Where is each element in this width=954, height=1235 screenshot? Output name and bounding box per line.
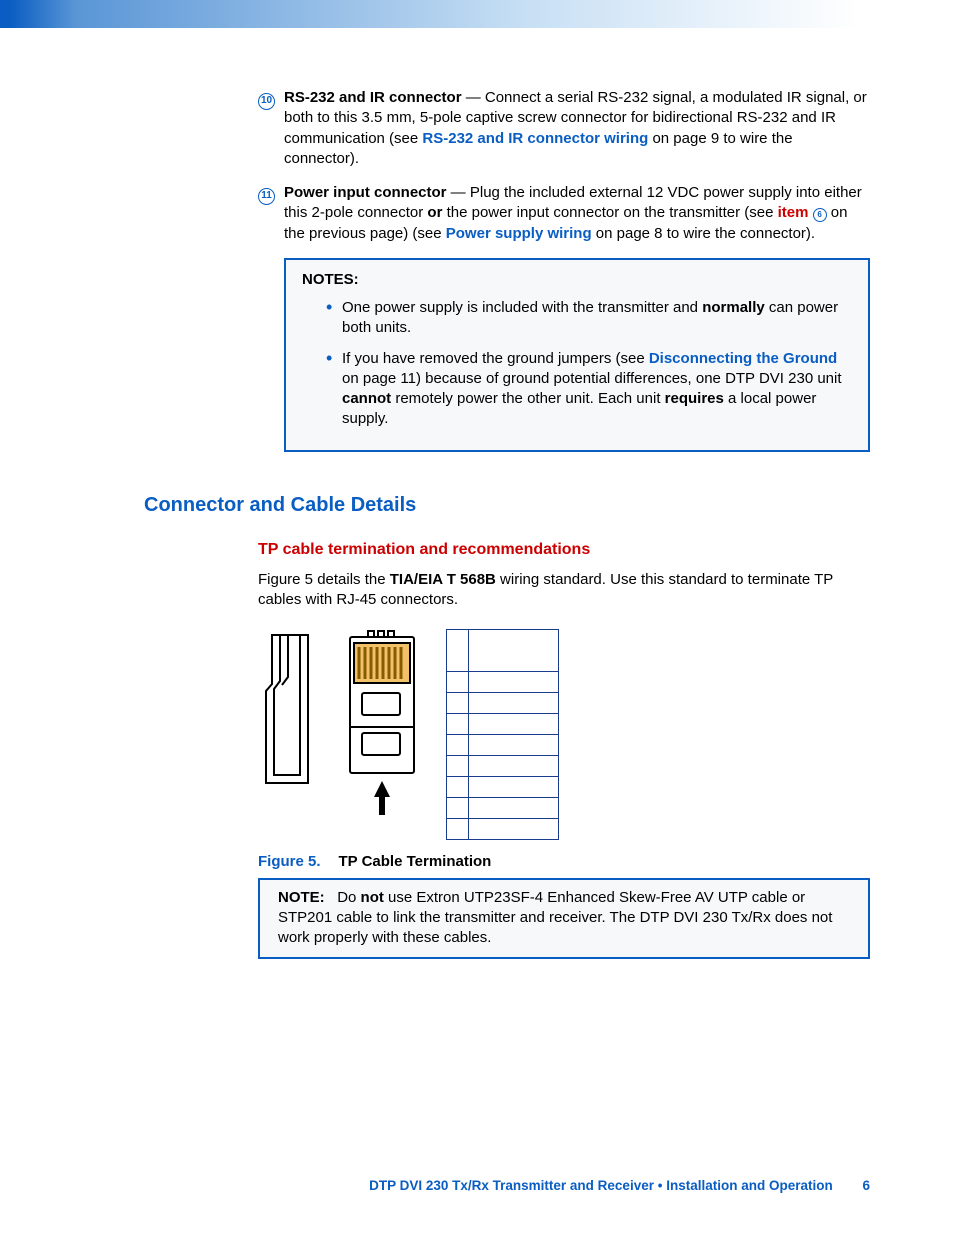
text-bold: requires [665, 390, 724, 407]
item-number-badge: 11 [258, 183, 284, 204]
circle-number-icon: 6 [813, 208, 827, 222]
item-body: Power input connector — Plug the include… [284, 183, 870, 244]
section-heading: Connector and Cable Details [144, 492, 870, 519]
page-footer: DTP DVI 230 Tx/Rx Transmitter and Receiv… [369, 1177, 870, 1195]
circle-number-icon: 10 [258, 93, 275, 110]
link-text: item [778, 204, 813, 221]
circle-number-icon: 11 [258, 188, 275, 205]
text-bold: or [427, 204, 442, 221]
figure-text: TP Cable Termination [339, 853, 492, 870]
text-bold: not [361, 889, 384, 906]
note-bullet: One power supply is included with the tr… [326, 298, 852, 339]
text: If you have removed the ground jumpers (… [342, 350, 649, 367]
paragraph: Figure 5 details the TIA/EIA T 568B wiri… [258, 570, 870, 611]
notes-heading: NOTES: [302, 270, 852, 290]
item-title: RS-232 and IR connector [284, 89, 462, 106]
link-item-prev[interactable]: item 6 [778, 204, 827, 221]
footer-page-number: 6 [862, 1178, 870, 1193]
pinout-table [446, 629, 559, 840]
text: on page 11) because of ground potential … [342, 370, 842, 387]
text-bold: normally [702, 299, 765, 316]
text: the power input connector on the transmi… [442, 204, 777, 221]
text-bold: TIA/EIA T 568B [390, 571, 496, 588]
item-title: Power input connector [284, 184, 447, 201]
list-item-11: 11 Power input connector — Plug the incl… [258, 183, 870, 244]
text: One power supply is included with the tr… [342, 299, 702, 316]
text: remotely power the other unit. Each unit [391, 390, 664, 407]
text-bold: cannot [342, 390, 391, 407]
item-number-badge: 10 [258, 88, 284, 109]
item-body: RS-232 and IR connector — Connect a seri… [284, 88, 870, 169]
figure-5-diagram [258, 629, 870, 840]
page-content: 10 RS-232 and IR connector — Connect a s… [0, 28, 954, 959]
notes-box: NOTES: One power supply is included with… [284, 258, 870, 452]
note-heading: NOTE: [278, 889, 325, 906]
link-rs232-wiring[interactable]: RS-232 and IR connector wiring [422, 130, 648, 147]
rj45-front-icon [346, 629, 418, 819]
figure-label: Figure 5. [258, 853, 321, 870]
note-bullet: If you have removed the ground jumpers (… [326, 349, 852, 430]
figure-caption: Figure 5. TP Cable Termination [258, 852, 870, 872]
notes-list: One power supply is included with the tr… [302, 298, 852, 430]
list-item-10: 10 RS-232 and IR connector — Connect a s… [258, 88, 870, 169]
link-disconnecting-ground[interactable]: Disconnecting the Ground [649, 350, 837, 367]
text: Figure 5 details the [258, 571, 390, 588]
text: on page 8 to wire the connector). [592, 225, 815, 242]
rj45-side-icon [258, 629, 318, 789]
text: Do [337, 889, 360, 906]
note-box: NOTE: Do not use Extron UTP23SF-4 Enhanc… [258, 878, 870, 959]
top-gradient-bar [0, 0, 954, 28]
link-power-supply-wiring[interactable]: Power supply wiring [446, 225, 592, 242]
sub-heading: TP cable termination and recommendations [258, 539, 870, 561]
footer-product: DTP DVI 230 Tx/Rx Transmitter and Receiv… [369, 1178, 833, 1193]
